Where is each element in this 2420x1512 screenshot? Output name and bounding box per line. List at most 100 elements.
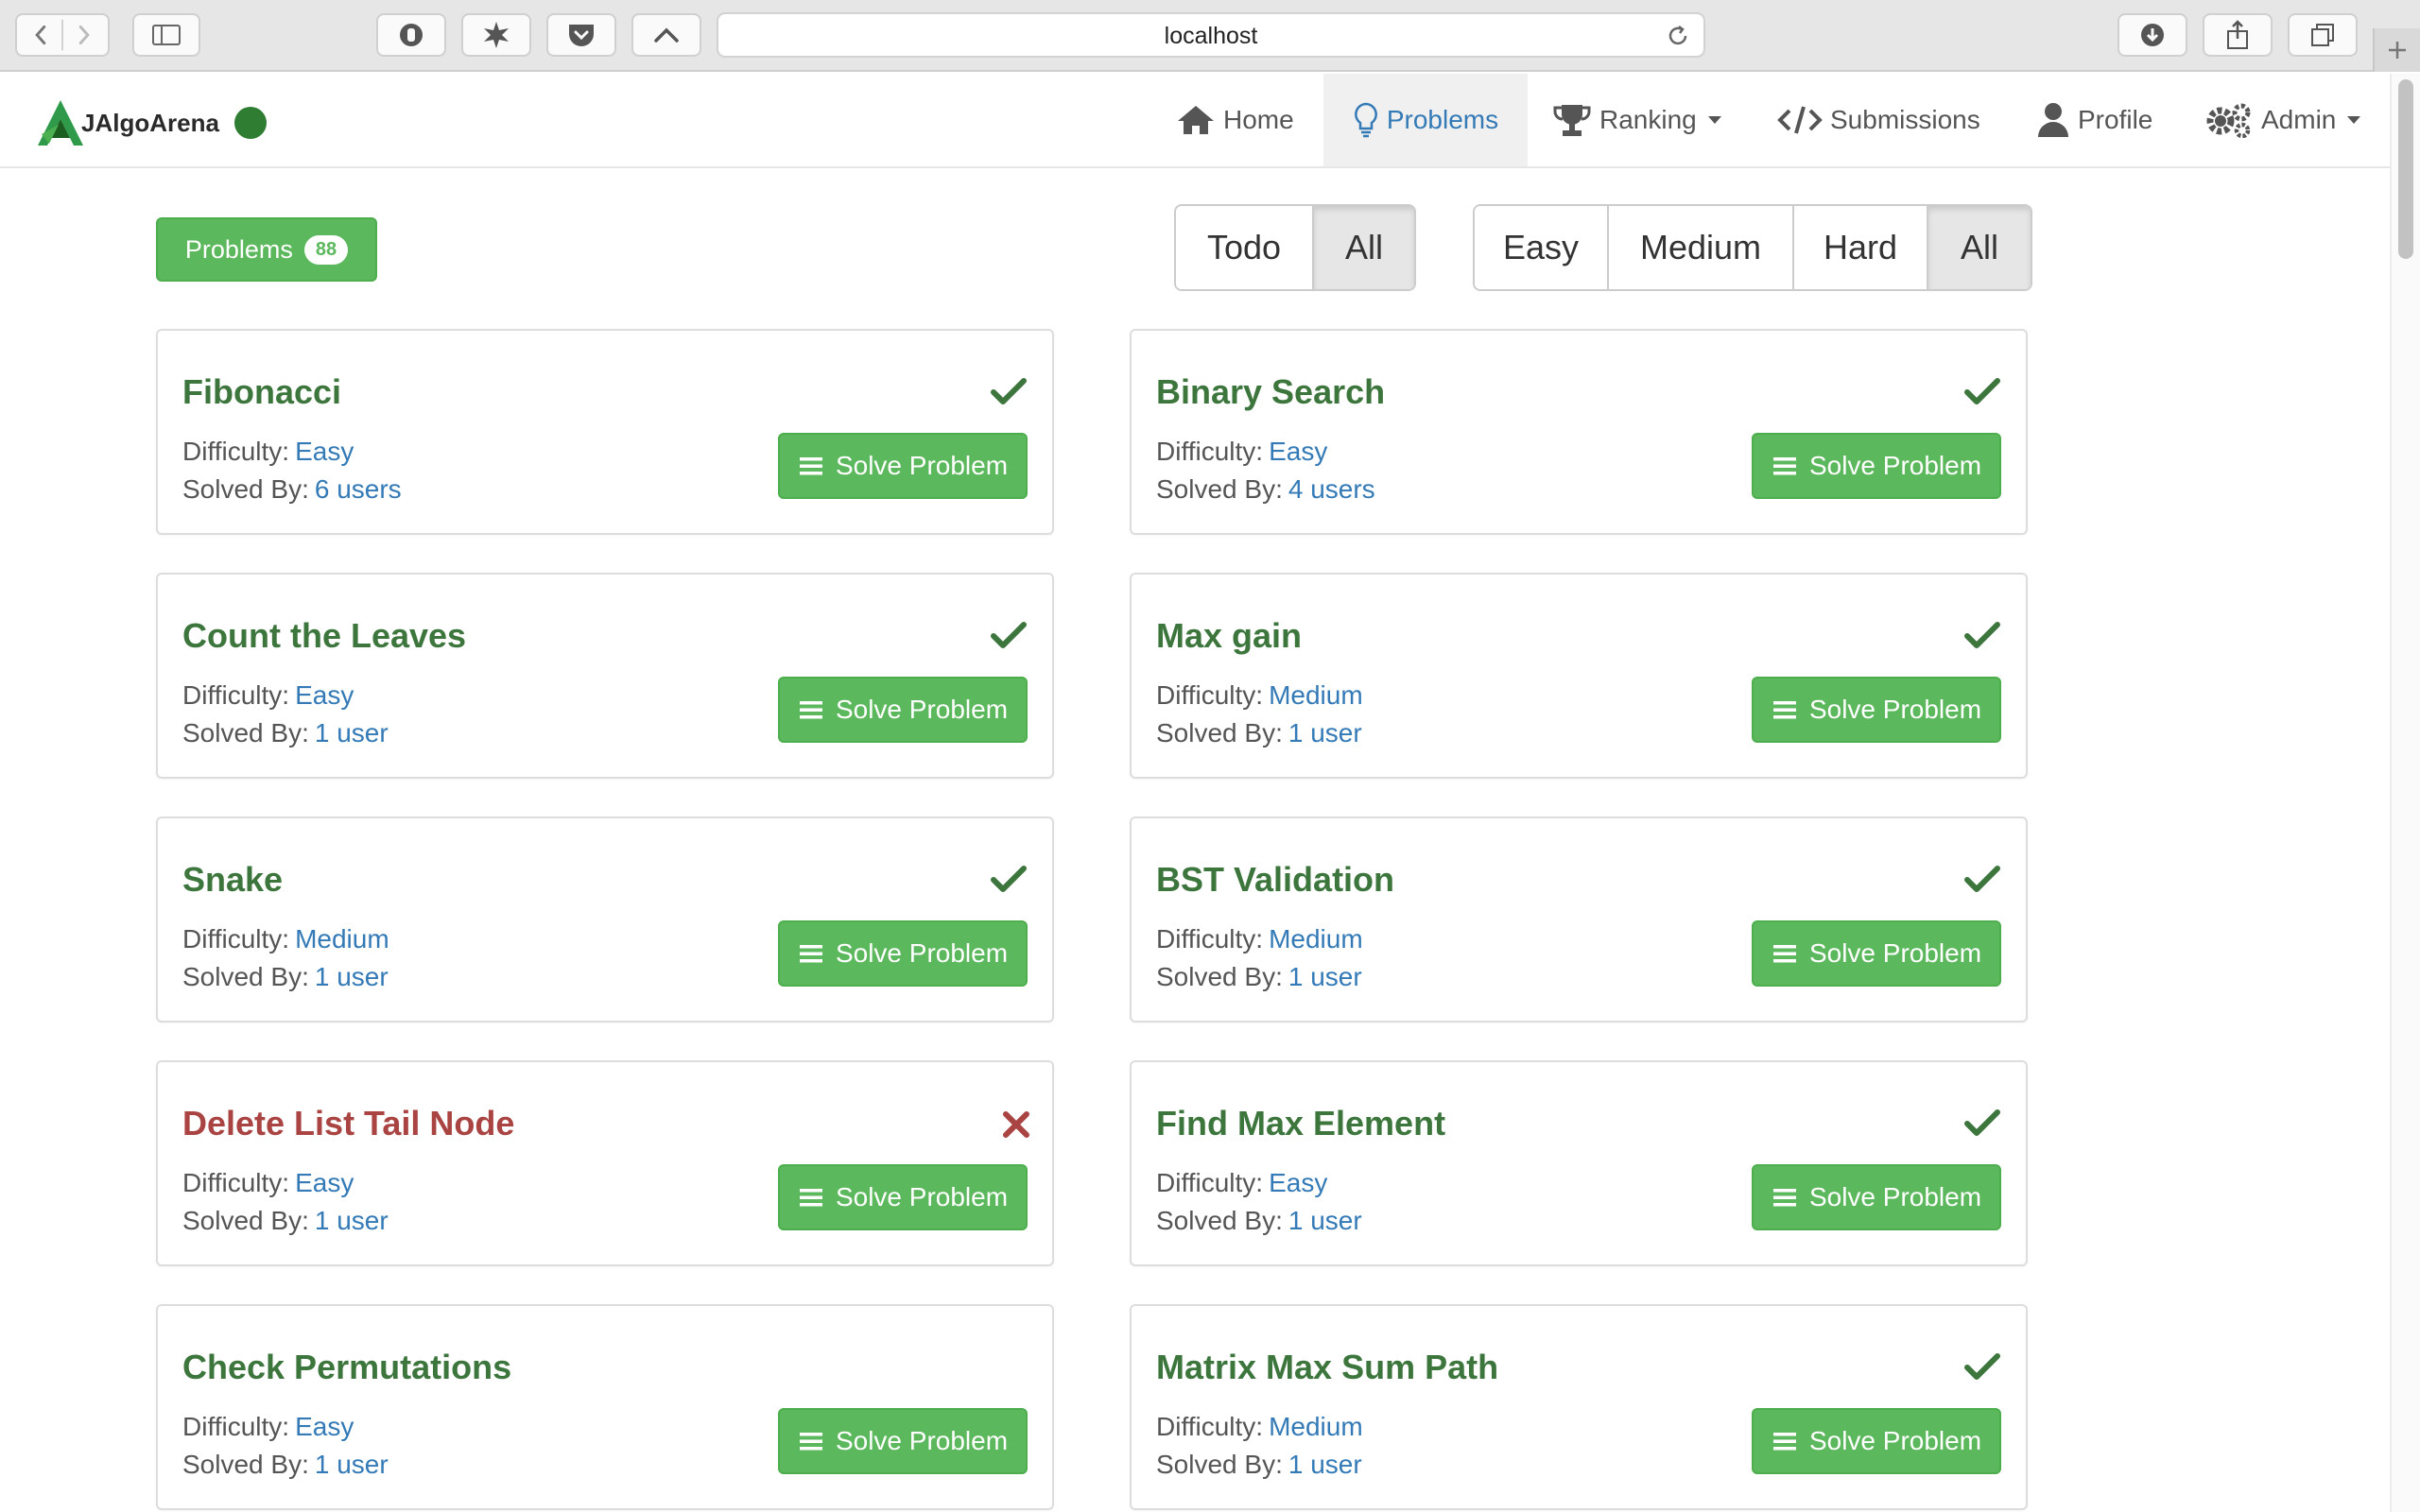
pocket-button[interactable]: [546, 13, 616, 57]
solved-by-line: Solved By: 6 users: [182, 474, 402, 505]
check-icon: [990, 864, 1028, 899]
problem-title: Max gain: [1156, 616, 1303, 655]
list-icon: [1772, 942, 1804, 965]
filter-todo-button[interactable]: Todo: [1176, 206, 1314, 289]
solve-problem-button[interactable]: Solve Problem: [1752, 433, 2001, 499]
solved-by-value: 1 user: [1288, 962, 1362, 991]
solve-problem-button[interactable]: Solve Problem: [778, 1164, 1028, 1230]
solve-problem-button[interactable]: Solve Problem: [1752, 1164, 2001, 1230]
difficulty-label: Difficulty:: [1156, 437, 1264, 466]
tabs-icon: [2311, 24, 2334, 46]
solved-by-value: 1 user: [314, 1450, 389, 1479]
list-icon: [1772, 1430, 1804, 1452]
solved-by-value: 1 user: [314, 718, 389, 747]
nav-submissions[interactable]: Submissions: [1777, 74, 1985, 166]
solve-problem-label: Solve Problem: [1808, 1426, 1982, 1455]
difficulty-label: Difficulty:: [1156, 680, 1264, 710]
solve-problem-button[interactable]: Solve Problem: [778, 433, 1028, 499]
problem-card: Matrix Max Sum Path Difficulty: Medium Solv…: [1130, 1304, 2028, 1510]
solve-problem-button[interactable]: Solve Problem: [778, 920, 1028, 987]
list-icon: [798, 1186, 830, 1209]
problem-card: Find Max Element Difficulty: Easy Solved By…: [1130, 1060, 2028, 1266]
solved-by-value: 1 user: [1288, 1206, 1362, 1235]
tabs-button[interactable]: [2288, 13, 2358, 57]
arena-logo-icon: [38, 100, 83, 146]
solved-by-line: Solved By: 1 user: [1156, 1450, 1362, 1480]
solved-by-value: 1 user: [314, 1206, 389, 1235]
problem-title: Matrix Max Sum Path: [1156, 1348, 1499, 1386]
problem-card: BST Validation Difficulty: Medium Solved By…: [1130, 816, 2028, 1022]
check-icon: [990, 376, 1028, 411]
difficulty-label: Difficulty:: [1156, 924, 1264, 954]
nav-ranking-dropdown[interactable]: Ranking: [1552, 74, 1728, 166]
nav-admin-dropdown[interactable]: Admin: [2206, 74, 2377, 166]
solved-by-line: Solved By: 1 user: [182, 1450, 389, 1480]
check-icon: [1963, 376, 2001, 411]
home-icon: [1178, 106, 1214, 134]
chevron-down-icon: [1707, 116, 1721, 124]
solved-by-line: Solved By: 1 user: [182, 962, 389, 992]
extension-button[interactable]: [376, 13, 446, 57]
address-bar[interactable]: localhost: [717, 12, 1705, 58]
share-button[interactable]: [2203, 13, 2273, 57]
connection-status-indicator: [233, 107, 267, 139]
downloads-button[interactable]: [2118, 13, 2187, 57]
sidebar-toggle-button[interactable]: [132, 13, 200, 57]
status-filter-group: Todo All: [1174, 204, 1416, 291]
problems-count-badge: 88: [303, 234, 349, 265]
nav-home[interactable]: Home: [1176, 74, 1308, 166]
lightbulb-icon: [1354, 102, 1377, 138]
difficulty-label: Difficulty:: [182, 924, 290, 954]
solved-by-line: Solved By: 1 user: [1156, 718, 1362, 748]
check-icon: [990, 620, 1028, 655]
difficulty-line: Difficulty: Easy: [182, 437, 354, 467]
difficulty-line: Difficulty: Easy: [182, 680, 354, 711]
solved-by-value: 1 user: [314, 962, 389, 991]
solved-by-value: 6 users: [314, 474, 402, 504]
close-icon: [1001, 1109, 1031, 1144]
nav-home-label: Home: [1223, 105, 1294, 134]
nav-submissions-label: Submissions: [1830, 105, 1980, 134]
problems-count-button[interactable]: Problems 88: [156, 217, 377, 282]
problem-card: Snake Difficulty: Medium Solved By: 1 user So…: [156, 816, 1054, 1022]
chevron-down-icon: [2347, 116, 2361, 124]
solve-problem-button[interactable]: Solve Problem: [778, 677, 1028, 743]
solved-by-line: Solved By: 4 users: [1156, 474, 1375, 505]
filter-difficulty-all-button[interactable]: All: [1928, 206, 2031, 289]
difficulty-line: Difficulty: Medium: [182, 924, 389, 954]
difficulty-line: Difficulty: Easy: [182, 1168, 354, 1198]
problem-title: Count the Leaves: [182, 616, 467, 655]
brand-logo[interactable]: JAlgoArena: [34, 96, 267, 149]
filter-hard-button[interactable]: Hard: [1794, 206, 1928, 289]
solve-problem-button[interactable]: Solve Problem: [1752, 677, 2001, 743]
puzzle-icon: [484, 22, 509, 48]
solve-problem-button[interactable]: Solve Problem: [1752, 1408, 2001, 1474]
difficulty-label: Difficulty:: [182, 1412, 290, 1441]
problem-card: Count the Leaves Difficulty: Easy Solved By…: [156, 573, 1054, 779]
filter-medium-button[interactable]: Medium: [1609, 206, 1794, 289]
solved-by-line: Solved By: 1 user: [182, 1206, 389, 1236]
nav-problems[interactable]: Problems: [1323, 74, 1528, 166]
extension-button[interactable]: [461, 13, 531, 57]
reload-icon[interactable]: [1666, 24, 1690, 48]
filter-status-all-button[interactable]: All: [1314, 206, 1414, 289]
scrollbar-thumb[interactable]: [2398, 79, 2413, 259]
nav-profile[interactable]: Profile: [2036, 74, 2159, 166]
filter-easy-button[interactable]: Easy: [1475, 206, 1609, 289]
solve-problem-label: Solve Problem: [835, 1426, 1009, 1455]
solve-problem-label: Solve Problem: [1808, 451, 1982, 480]
solve-problem-label: Solve Problem: [1808, 938, 1982, 968]
list-icon: [798, 455, 830, 477]
problem-title: BST Validation: [1156, 860, 1395, 899]
back-forward-icon: [35, 19, 90, 51]
back-forward-buttons[interactable]: [15, 13, 110, 57]
nav-ranking-label: Ranking: [1599, 105, 1697, 134]
scroll-top-button[interactable]: [631, 13, 701, 57]
code-icon: [1777, 106, 1823, 134]
solved-by-label: Solved By:: [1156, 962, 1283, 991]
solve-problem-button[interactable]: Solve Problem: [1752, 920, 2001, 987]
new-tab-button[interactable]: [2373, 28, 2420, 72]
solve-problem-button[interactable]: Solve Problem: [778, 1408, 1028, 1474]
share-icon: [2227, 20, 2248, 49]
page-scrollbar[interactable]: [2390, 74, 2420, 1512]
